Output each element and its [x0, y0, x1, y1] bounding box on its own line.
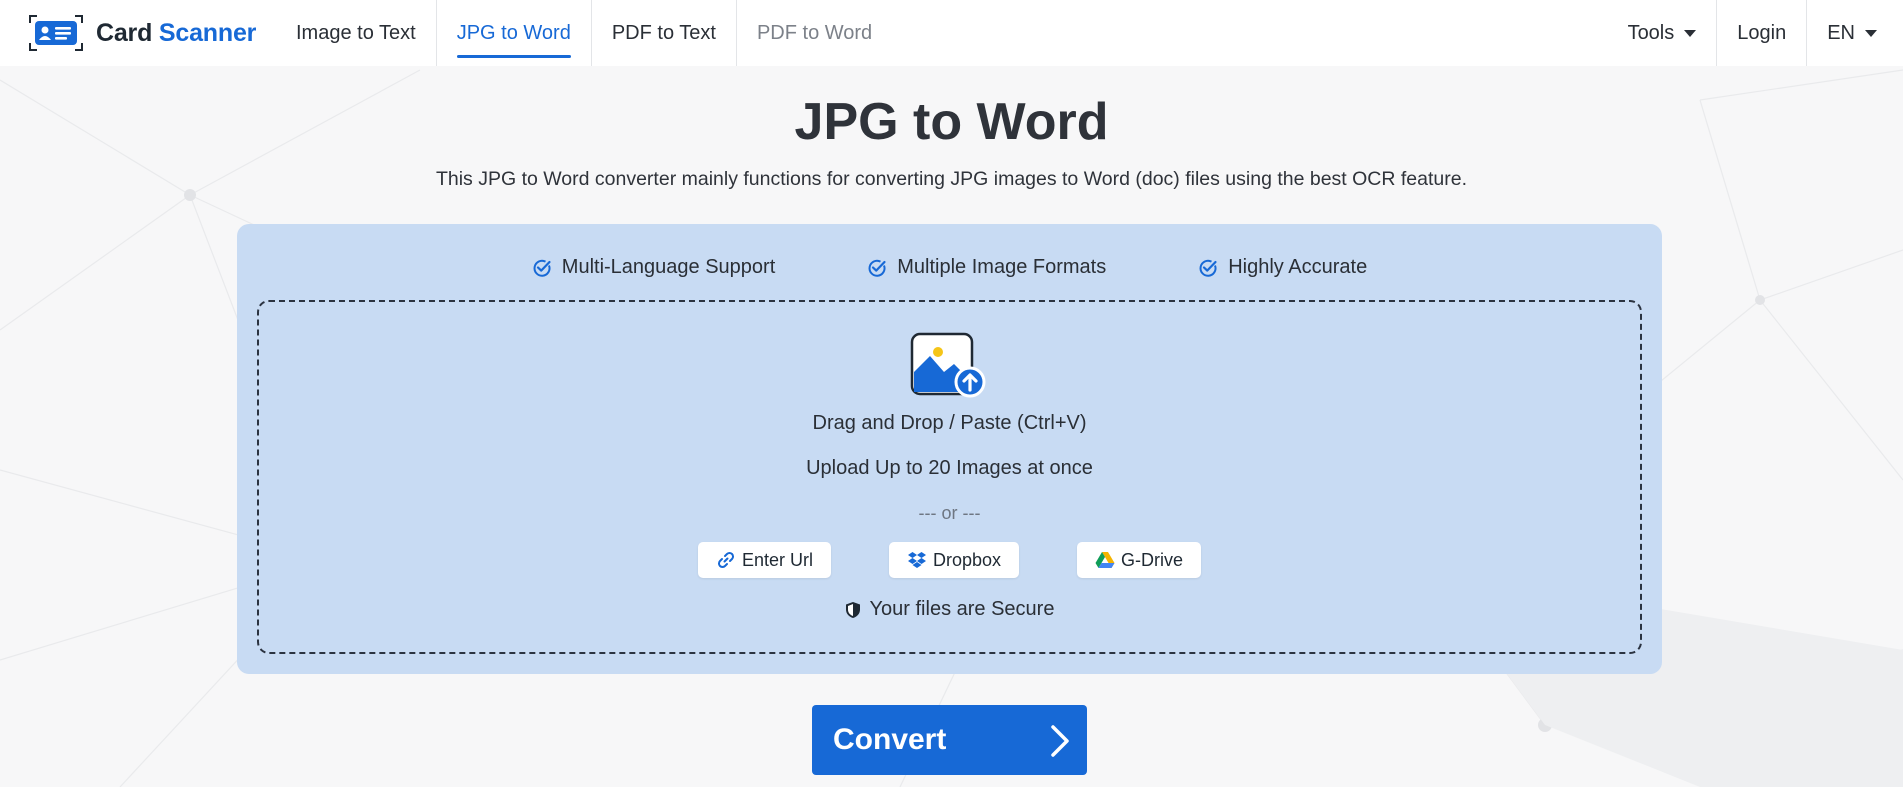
dropbox-icon [907, 552, 926, 568]
enter-url-button[interactable]: Enter Url [697, 542, 831, 578]
language-caret-icon [1865, 29, 1877, 37]
main-nav: Image to Text JPG to Word PDF to Text PD… [276, 0, 892, 66]
check-circle-icon [868, 259, 886, 277]
file-dropzone[interactable]: Drag and Drop / Paste (Ctrl+V) Upload Up… [257, 300, 1642, 654]
nav-jpg-to-word[interactable]: JPG to Word [437, 0, 592, 66]
brand-name: Card Scanner [96, 19, 256, 48]
security-text: Your files are Secure [869, 598, 1055, 620]
chevron-right-icon [1051, 725, 1069, 757]
language-dropdown[interactable]: EN [1807, 0, 1877, 66]
security-note: Your files are Secure [259, 598, 1640, 621]
feature-item: Multi-Language Support [532, 256, 775, 279]
tools-label: Tools [1627, 21, 1675, 44]
page-title: JPG to Word [794, 93, 1109, 151]
language-label: EN [1827, 21, 1855, 44]
convert-label: Convert [833, 723, 947, 756]
feature-item: Multiple Image Formats [867, 256, 1106, 279]
nav-pdf-to-word[interactable]: PDF to Word [737, 0, 892, 66]
feature-label: Highly Accurate [1228, 256, 1368, 278]
convert-button[interactable]: Convert [812, 705, 1087, 775]
card-scanner-logo-icon [28, 13, 84, 53]
dropbox-label: Dropbox [932, 549, 1002, 570]
tools-dropdown[interactable]: Tools [1608, 0, 1718, 66]
upload-source-buttons: Enter Url Dropbox G-Drive [259, 542, 1640, 578]
image-upload-icon[interactable] [910, 332, 986, 398]
nav-image-to-text[interactable]: Image to Text [276, 0, 437, 66]
upload-limit-text: Upload Up to 20 Images at once [806, 457, 1093, 479]
top-navigation-bar: Card Scanner Image to Text JPG to Word P… [0, 0, 1903, 66]
or-divider: --- or --- [918, 503, 981, 523]
feature-label: Multi-Language Support [561, 256, 776, 278]
brand-logo-link[interactable]: Card Scanner [0, 0, 276, 66]
enter-url-label: Enter Url [741, 549, 813, 570]
tools-caret-icon [1684, 29, 1697, 37]
feature-label: Multiple Image Formats [897, 256, 1107, 278]
nav-pdf-to-text[interactable]: PDF to Text [592, 0, 737, 66]
drag-drop-text: Drag and Drop / Paste (Ctrl+V) [812, 412, 1087, 434]
feature-list: Multi-Language Support Multiple Image Fo… [237, 256, 1662, 279]
brand-name-scanner: Scanner [158, 18, 257, 47]
google-drive-icon [1095, 552, 1115, 568]
check-circle-icon [533, 259, 551, 277]
right-nav: Tools Login EN [1608, 0, 1877, 66]
upload-panel: Multi-Language Support Multiple Image Fo… [237, 224, 1662, 674]
page-subtitle: This JPG to Word converter mainly functi… [435, 168, 1468, 190]
feature-item: Highly Accurate [1198, 256, 1367, 279]
brand-name-card: Card [96, 18, 153, 47]
dropbox-button[interactable]: Dropbox [888, 542, 1020, 578]
gdrive-button[interactable]: G-Drive [1077, 542, 1202, 578]
link-icon [717, 551, 734, 569]
check-circle-icon [1199, 259, 1217, 277]
gdrive-label: G-Drive [1121, 549, 1184, 570]
login-link[interactable]: Login [1717, 0, 1808, 66]
shield-icon [845, 601, 860, 618]
